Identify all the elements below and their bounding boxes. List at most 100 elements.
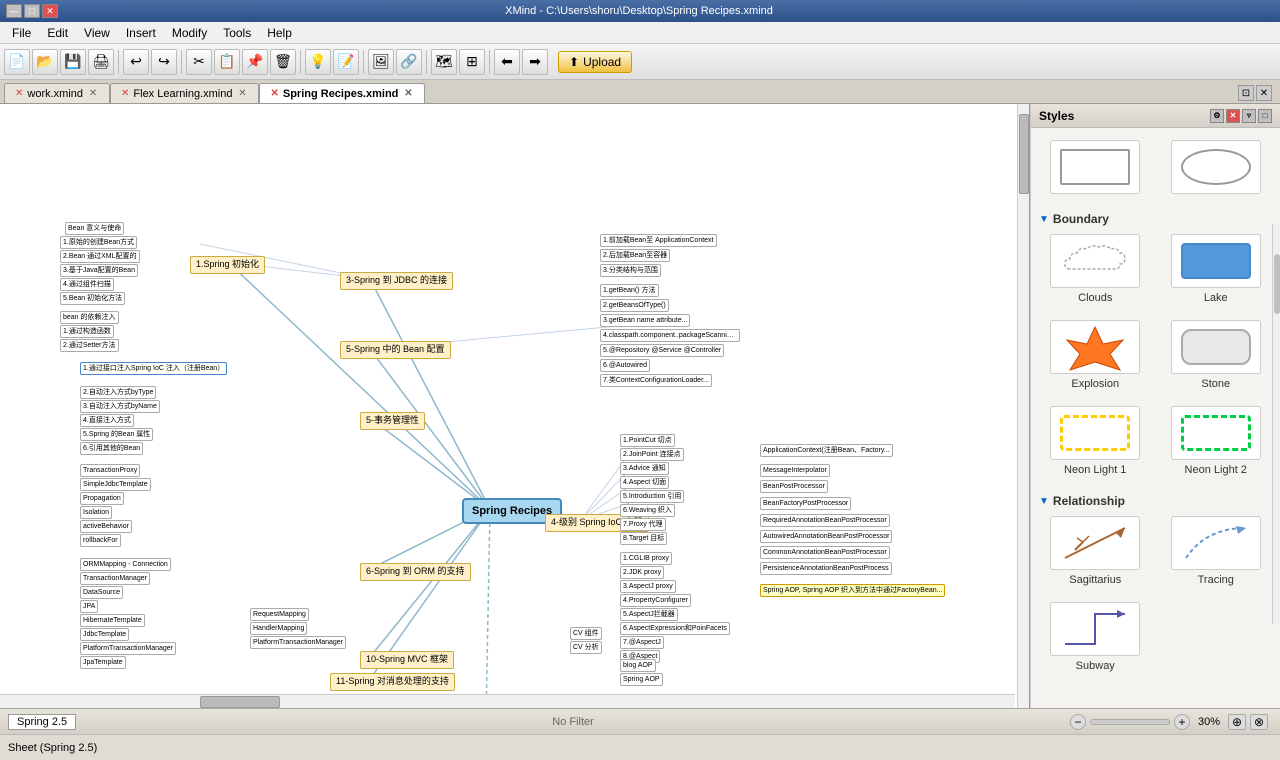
undo-button[interactable]: ↩ bbox=[123, 49, 149, 75]
map-button[interactable]: 🗺 bbox=[431, 49, 457, 75]
mm-node-ctx-2[interactable]: 2.后加载Bean至容器 bbox=[600, 249, 670, 262]
menu-modify[interactable]: Modify bbox=[164, 24, 215, 42]
mm-node-tx-4[interactable]: Isolation bbox=[80, 506, 112, 519]
mm-node-ctx-5[interactable]: 2.getBeansOfType() bbox=[600, 299, 669, 312]
mm-node-ioc-6[interactable]: 6.引用其他的Bean bbox=[80, 442, 143, 455]
mm-node-ctx-9[interactable]: 6.@Autowired bbox=[600, 359, 650, 372]
style-neon1[interactable]: Neon Light 1 bbox=[1039, 402, 1152, 480]
mm-node-orm-6[interactable]: JdbcTemplate bbox=[80, 628, 129, 641]
mm-node-aop-impl-2[interactable]: 2.JDK proxy bbox=[620, 566, 664, 579]
canvas-vscrollbar[interactable] bbox=[1017, 104, 1029, 708]
mm-node-cv-2[interactable]: CV 分析 bbox=[570, 641, 602, 654]
link-button[interactable]: 🔗 bbox=[396, 49, 422, 75]
mm-node-aop-impl-4[interactable]: 4.PropertyConfigurer bbox=[620, 594, 691, 607]
mm-topic-transaction[interactable]: 5-事务管理性 bbox=[360, 412, 425, 430]
style-sagittarius[interactable]: Sagittarius bbox=[1039, 512, 1152, 590]
canvas-vscroll-thumb[interactable] bbox=[1019, 114, 1029, 194]
mm-node-ioc-4[interactable]: 4.直接注入方式 bbox=[80, 414, 134, 427]
mm-topic-msg[interactable]: 11-Spring 对消息处理的支持 bbox=[330, 673, 455, 691]
boundary-section-header[interactable]: ▼ Boundary bbox=[1039, 208, 1272, 230]
menu-view[interactable]: View bbox=[76, 24, 118, 42]
mm-node-tx-6[interactable]: rollbackFor bbox=[80, 534, 121, 547]
mm-node-ctx-10[interactable]: 7.类ContextConfigurationLoader... bbox=[600, 374, 712, 387]
mm-node-aop-impl-7[interactable]: 7.@AspectJ bbox=[620, 636, 664, 649]
mm-node-ctx-4[interactable]: 1.getBean() 方法 bbox=[600, 284, 659, 297]
mm-node-aop-6[interactable]: 6.Weaving 织入 bbox=[620, 504, 675, 517]
mm-node-mvc-1[interactable]: RequestMapping bbox=[250, 608, 309, 621]
mm-node-aop-impl-6[interactable]: 6.AspectExpression和PoinFacets bbox=[620, 622, 730, 635]
mm-node-mvc-3[interactable]: PlatformTransactionManager bbox=[250, 636, 346, 649]
canvas-hscroll-thumb[interactable] bbox=[200, 696, 280, 708]
copy-button[interactable]: 📋 bbox=[214, 49, 240, 75]
relationship-section-header[interactable]: ▼ Relationship bbox=[1039, 490, 1272, 512]
mm-node-orm-4[interactable]: JPA bbox=[80, 600, 98, 613]
mm-node-cv-1[interactable]: CV 组件 bbox=[570, 627, 602, 640]
style-subway[interactable]: Subway bbox=[1039, 598, 1152, 676]
mm-node-1[interactable]: Bean 意义与使命 bbox=[65, 222, 124, 235]
mm-node-aop-impl-3[interactable]: 3.AspectJ proxy bbox=[620, 580, 676, 593]
menu-tools[interactable]: Tools bbox=[215, 24, 259, 42]
nav-right-button[interactable]: ➡ bbox=[522, 49, 548, 75]
zoom-100-button[interactable]: ⊗ bbox=[1250, 714, 1268, 730]
tab-work[interactable]: ✕ work.xmind ✕ bbox=[4, 83, 110, 103]
layout-button[interactable]: ⊞ bbox=[459, 49, 485, 75]
tab-spring-close[interactable]: ✕ bbox=[402, 88, 414, 100]
mm-node-5[interactable]: 4.通过组件扫描 bbox=[60, 278, 114, 291]
mm-node-3[interactable]: 2.Bean 通过XML配置的 bbox=[60, 250, 140, 263]
styles-vscrollbar[interactable] bbox=[1272, 224, 1280, 624]
style-tracing[interactable]: Tracing bbox=[1160, 512, 1273, 590]
style-explosion[interactable]: Explosion bbox=[1039, 316, 1152, 394]
tab-flex[interactable]: ✕ Flex Learning.xmind ✕ bbox=[110, 83, 259, 103]
topic-button[interactable]: 💡 bbox=[305, 49, 331, 75]
mm-node-8[interactable]: 1.通过构造函数 bbox=[60, 325, 114, 338]
mm-node-aop-5[interactable]: 5.Introduction 引用 bbox=[620, 490, 684, 503]
mm-node-aop-impl-5[interactable]: 5.AspectJ拦截器 bbox=[620, 608, 678, 621]
mm-node-orm-7[interactable]: PlatformTransactionManager bbox=[80, 642, 176, 655]
mm-node-right-6[interactable]: AutowiredAnnotationBeanPostProcessor bbox=[760, 530, 892, 543]
nav-left-button[interactable]: ⬅ bbox=[494, 49, 520, 75]
menu-file[interactable]: File bbox=[4, 24, 39, 42]
style-rectangle[interactable] bbox=[1039, 136, 1152, 198]
paste-button[interactable]: 📌 bbox=[242, 49, 268, 75]
mm-node-tx-1[interactable]: TransactionProxy bbox=[80, 464, 140, 477]
tab-work-close[interactable]: ✕ bbox=[87, 88, 99, 100]
tab-spring[interactable]: ✕ Spring Recipes.xmind ✕ bbox=[259, 83, 425, 103]
zoom-in-button[interactable]: + bbox=[1174, 714, 1190, 730]
mm-node-ioc-3[interactable]: 3.自动注入方式byName bbox=[80, 400, 160, 413]
mm-topic-orm[interactable]: 6-Spring 到 ORM 的支持 bbox=[360, 563, 471, 581]
mm-topic-jdbc[interactable]: 3-Spring 到 JDBC 的连接 bbox=[340, 272, 453, 290]
mm-node-right-3[interactable]: BeanPostProcessor bbox=[760, 480, 828, 493]
open-button[interactable]: 📂 bbox=[32, 49, 58, 75]
style-neon2[interactable]: Neon Light 2 bbox=[1160, 402, 1273, 480]
mm-node-ioc-1[interactable]: 1.通过接口注入Spring IoC 注入（注册Bean） bbox=[80, 362, 227, 375]
canvas[interactable]: Spring Recipes Bean 意义与使命 1.原始的创建Bean方式 … bbox=[0, 104, 1030, 708]
mm-node-orm-3[interactable]: DataSource bbox=[80, 586, 123, 599]
style-oval[interactable] bbox=[1160, 136, 1273, 198]
mm-node-ctx-6[interactable]: 3.getBean name attribute... bbox=[600, 314, 690, 327]
canvas-hscrollbar[interactable] bbox=[0, 694, 1015, 708]
mm-node-right-8[interactable]: PersistenceAnnotationBeanPostProcess bbox=[760, 562, 892, 575]
style-stone[interactable]: Stone bbox=[1160, 316, 1273, 394]
new-button[interactable]: 📄 bbox=[4, 49, 30, 75]
mm-node-ctx-1[interactable]: 1.前加载Bean至 ApplicationContext bbox=[600, 234, 717, 247]
mm-node-mvc-2[interactable]: HandlerMapping bbox=[250, 622, 307, 635]
mm-node-tx-3[interactable]: Propagation bbox=[80, 492, 124, 505]
styles-panel-expand-button[interactable]: ▿ bbox=[1242, 109, 1256, 123]
mm-node-2[interactable]: 1.原始的创建Bean方式 bbox=[60, 236, 137, 249]
mm-node-right-5[interactable]: RequiredAnnotationBeanPostProcessor bbox=[760, 514, 890, 527]
menu-insert[interactable]: Insert bbox=[118, 24, 164, 42]
mm-node-right-4[interactable]: BeanFactoryPostProcessor bbox=[760, 497, 851, 510]
mm-node-ctx-8[interactable]: 5.@Repository @Service @Controller bbox=[600, 344, 724, 357]
mm-node-aop-8[interactable]: 8.Target 目标 bbox=[620, 532, 667, 545]
mm-node-aop-2[interactable]: 2.JoinPoint 连接点 bbox=[620, 448, 684, 461]
image-button[interactable]: 🖼 bbox=[368, 49, 394, 75]
delete-button[interactable]: 🗑 bbox=[270, 49, 296, 75]
tab-restore-button[interactable]: ⊡ bbox=[1238, 85, 1254, 101]
mm-node-aop-7[interactable]: 7.Proxy 代理 bbox=[620, 518, 666, 531]
styles-panel-collapse-button[interactable]: □ bbox=[1258, 109, 1272, 123]
mm-node-yell-1[interactable]: Spring AOP, Spring AOP 织入到方法中通过FactoryBe… bbox=[760, 584, 945, 597]
mm-node-cv-3[interactable]: blog AOP bbox=[620, 659, 656, 672]
mm-topic-mvc[interactable]: 10-Spring MVC 框架 bbox=[360, 651, 454, 669]
print-button[interactable]: 🖨 bbox=[88, 49, 114, 75]
mm-topic-spring-init[interactable]: 1.Spring 初始化 bbox=[190, 256, 265, 274]
